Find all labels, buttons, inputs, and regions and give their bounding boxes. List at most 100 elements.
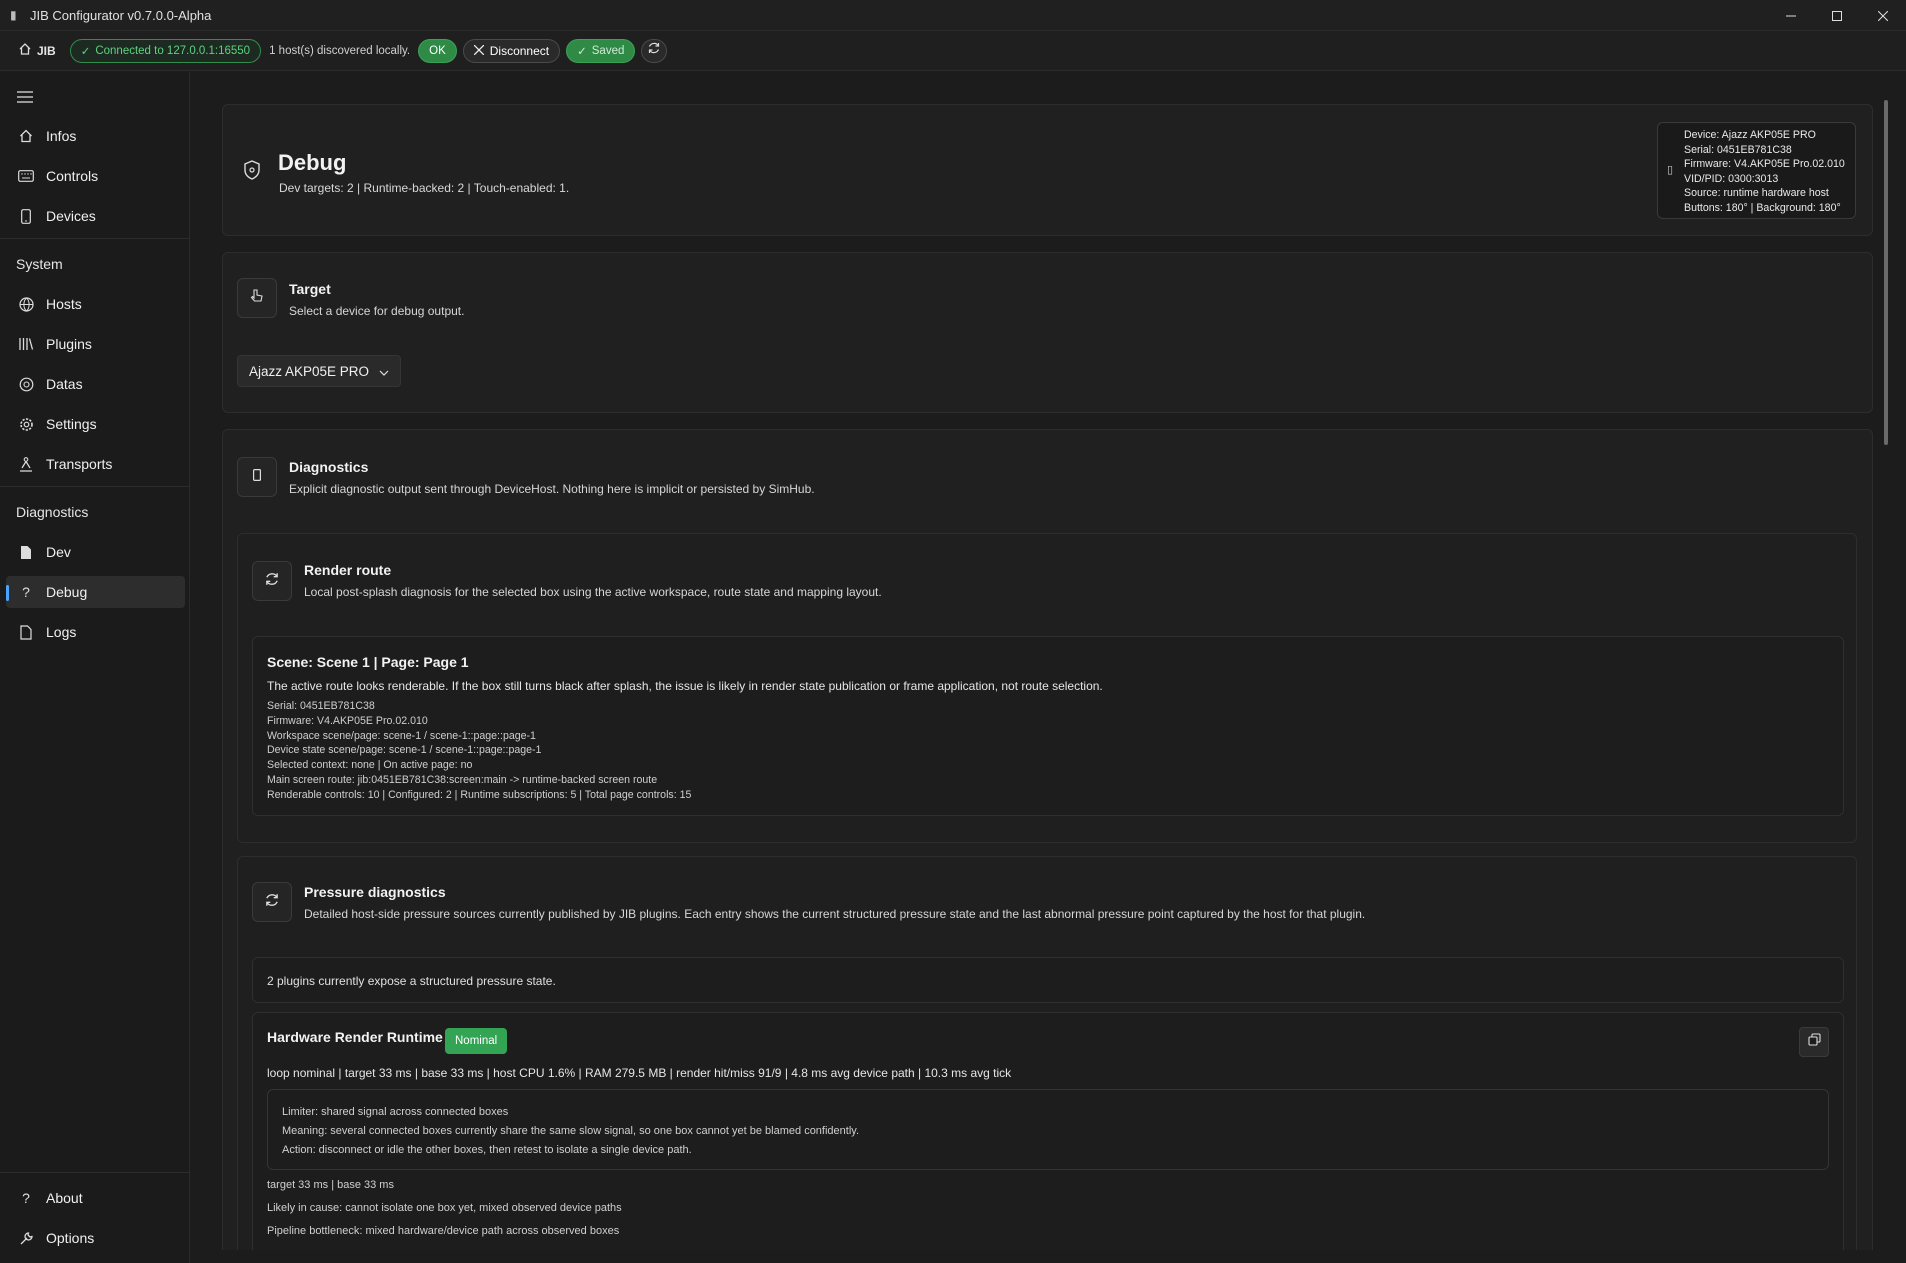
sidebar-item-label: Dev xyxy=(46,544,71,560)
vertical-scrollbar[interactable] xyxy=(1884,100,1888,445)
target-title: Target xyxy=(289,281,331,297)
limiter-line: Limiter: shared signal across connected … xyxy=(282,1106,509,1118)
refresh-button[interactable] xyxy=(641,38,668,63)
pressure-icon-box xyxy=(252,882,292,922)
sidebar-item-infos[interactable]: Infos xyxy=(6,120,185,152)
connection-text: Connected to 127.0.0.1:16550 xyxy=(95,44,251,57)
phone-icon: ▯ xyxy=(1667,164,1674,176)
close-icon xyxy=(473,44,485,58)
gear-icon xyxy=(18,416,34,432)
sidebar-item-label: Devices xyxy=(46,208,96,224)
sidebar-item-transports[interactable]: Transports xyxy=(6,448,185,480)
page-title: Debug xyxy=(278,150,347,175)
check-icon: ✓ xyxy=(80,45,91,58)
diagnostics-icon-box xyxy=(237,457,277,497)
sidebar-item-label: Debug xyxy=(46,584,88,600)
sidebar-item-hosts[interactable]: Hosts xyxy=(6,288,185,320)
home-icon xyxy=(18,42,32,59)
question-icon: ? xyxy=(22,584,30,600)
pressure-metrics: loop nominal | target 33 ms | base 33 ms… xyxy=(267,1066,1012,1080)
target-icon-box xyxy=(237,278,277,318)
title-bar: ▮ JIB Configurator v0.7.0.0-Alpha xyxy=(0,0,1906,31)
sidebar-item-devices[interactable]: Devices xyxy=(6,200,185,232)
sidebar-item-plugins[interactable]: Plugins xyxy=(6,328,185,360)
wrench-icon xyxy=(18,1230,34,1246)
copy-icon xyxy=(1807,1033,1821,1051)
library-icon xyxy=(18,336,34,352)
file-icon xyxy=(18,544,34,560)
pressure-entry: Hardware Render Runtime Nominal loop nom… xyxy=(252,1012,1844,1263)
route-line: Device state scene/page: scene-1 / scene… xyxy=(267,744,542,757)
limiter-line: Action: disconnect or idle the other box… xyxy=(282,1144,692,1156)
ok-button[interactable]: OK xyxy=(418,38,457,63)
pointer-icon xyxy=(249,288,265,309)
debug-header-card xyxy=(222,104,1873,236)
sidebar: Infos Controls Devices System Hosts Plug… xyxy=(0,72,190,1263)
sidebar-item-label: Transports xyxy=(46,456,113,472)
connection-status: ✓ Connected to 127.0.0.1:16550 xyxy=(69,38,262,63)
section-diagnostics: Diagnostics xyxy=(16,504,89,520)
pressure-title: Pressure diagnostics xyxy=(304,884,446,900)
saved-label: Saved xyxy=(591,44,625,57)
target-card xyxy=(222,252,1873,413)
sidebar-item-label: Settings xyxy=(46,416,97,432)
route-line: Renderable controls: 10 | Configured: 2 … xyxy=(267,788,692,801)
divider xyxy=(0,486,190,487)
hamburger-menu-icon[interactable] xyxy=(17,90,33,108)
close-icon[interactable] xyxy=(1860,0,1906,31)
window-bottom-edge xyxy=(191,1250,1906,1263)
sidebar-item-dev[interactable]: Dev xyxy=(6,536,185,568)
target-subtitle: Select a device for debug output. xyxy=(289,304,465,318)
device-info-line: VID/PID: 0300:3013 xyxy=(1684,172,1779,185)
route-line: Main screen route: jib:0451EB781C38:scre… xyxy=(267,773,658,786)
sidebar-item-label: Datas xyxy=(46,376,83,392)
sidebar-item-options[interactable]: Options xyxy=(6,1222,185,1254)
sidebar-item-label: Infos xyxy=(46,128,77,144)
route-line: Firmware: V4.AKP05E Pro.02.010 xyxy=(267,714,428,727)
page-subtitle: Dev targets: 2 | Runtime-backed: 2 | Tou… xyxy=(279,181,570,195)
app-icon: ▮ xyxy=(10,8,17,22)
render-route-icon-box xyxy=(252,561,292,601)
sidebar-item-datas[interactable]: Datas xyxy=(6,368,185,400)
window-controls xyxy=(1768,0,1906,31)
disconnect-button[interactable]: Disconnect xyxy=(462,38,561,63)
sidebar-item-debug[interactable]: ? Debug xyxy=(6,576,185,608)
device-info-panel: ▯ Device: Ajazz AKP05E PRO Serial: 0451E… xyxy=(1657,122,1856,219)
sidebar-item-about[interactable]: ? About xyxy=(6,1182,185,1214)
home-label: JIB xyxy=(37,43,56,58)
sidebar-item-controls[interactable]: Controls xyxy=(6,160,185,192)
divider xyxy=(0,238,190,239)
minimize-icon[interactable] xyxy=(1768,0,1814,31)
disconnect-label: Disconnect xyxy=(489,43,550,58)
question-icon: ? xyxy=(22,1190,30,1206)
limiter-details: Limiter: shared signal across connected … xyxy=(267,1089,1829,1170)
sidebar-item-logs[interactable]: Logs xyxy=(6,616,185,648)
render-route-subtitle: Local post-splash diagnosis for the sele… xyxy=(304,585,882,599)
device-info-line: Device: Ajazz AKP05E PRO xyxy=(1684,129,1816,141)
check-icon: ✓ xyxy=(577,45,587,58)
home-icon xyxy=(18,128,34,144)
diagnostics-subtitle: Explicit diagnostic output sent through … xyxy=(289,482,815,496)
refresh-icon xyxy=(264,571,280,592)
pressure-footer-line: Likely in cause: cannot isolate one box … xyxy=(267,1202,622,1214)
data-icon xyxy=(18,376,34,392)
phone-icon xyxy=(18,208,34,224)
pressure-footer-line: Pipeline bottleneck: mixed hardware/devi… xyxy=(267,1225,620,1237)
target-device-select[interactable]: Ajazz AKP05E PRO xyxy=(237,355,401,387)
home-button[interactable]: JIB xyxy=(18,42,56,59)
saved-button[interactable]: ✓ Saved xyxy=(566,38,636,63)
sidebar-item-label: Plugins xyxy=(46,336,92,352)
transport-icon xyxy=(18,456,34,472)
device-info-line: Serial: 0451EB781C38 xyxy=(1684,143,1792,156)
copy-button[interactable] xyxy=(1799,1027,1829,1057)
sidebar-item-label: Hosts xyxy=(46,296,82,312)
route-line: Selected context: none | On active page:… xyxy=(267,759,473,772)
sidebar-item-settings[interactable]: Settings xyxy=(6,408,185,440)
maximize-icon[interactable] xyxy=(1814,0,1860,31)
document-icon xyxy=(18,624,34,640)
shield-icon xyxy=(243,160,261,185)
pressure-summary: 2 plugins currently expose a structured … xyxy=(252,957,1844,1003)
pressure-subtitle: Detailed host-side pressure sources curr… xyxy=(304,907,1366,921)
status-badge: Nominal xyxy=(445,1028,508,1054)
keyboard-icon xyxy=(18,168,34,184)
